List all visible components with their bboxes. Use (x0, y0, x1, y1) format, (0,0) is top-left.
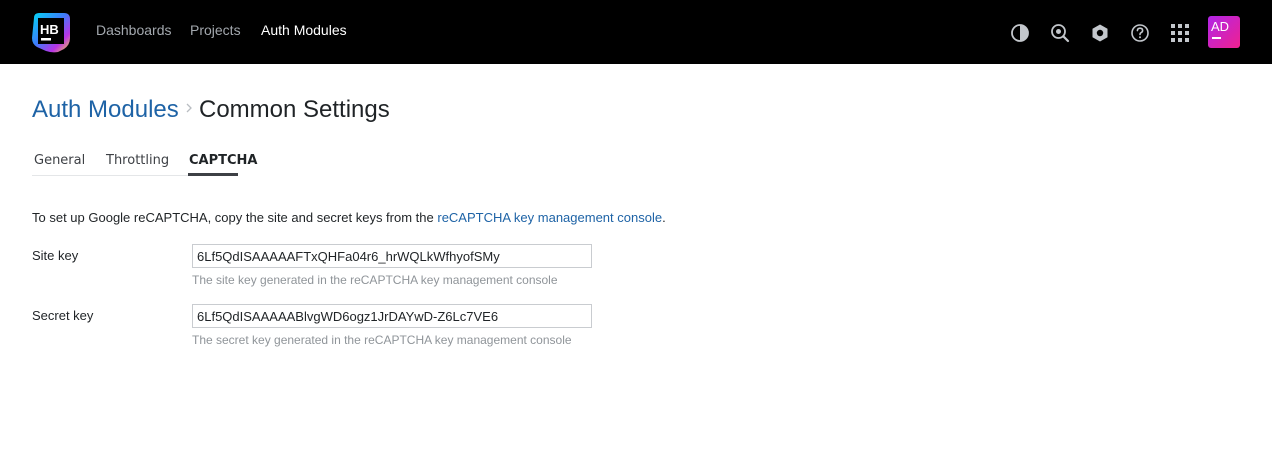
nav-auth-modules[interactable]: Auth Modules (261, 22, 347, 39)
breadcrumb-chevron-icon (185, 101, 193, 115)
logo-text: HB (40, 22, 59, 37)
captcha-intro-text: To set up Google reCAPTCHA, copy the sit… (32, 210, 666, 226)
site-key-label: Site key (32, 248, 79, 263)
admin-settings-icon[interactable] (1090, 23, 1110, 43)
active-tab-indicator (188, 173, 238, 176)
recaptcha-console-link[interactable]: reCAPTCHA key management console (437, 210, 662, 225)
search-icon[interactable] (1050, 23, 1070, 43)
theme-toggle-icon[interactable] (1010, 23, 1030, 43)
secret-key-hint: The secret key generated in the reCAPTCH… (192, 333, 572, 347)
intro-suffix: . (662, 210, 666, 225)
secret-key-input[interactable] (192, 304, 592, 328)
avatar-initials: AD (1211, 19, 1230, 34)
page-title: Common Settings (199, 96, 390, 123)
help-icon[interactable] (1130, 23, 1150, 43)
tab-throttling[interactable]: Throttling (106, 153, 169, 169)
nav-dashboards[interactable]: Dashboards (96, 22, 172, 39)
nav-projects[interactable]: Projects (190, 22, 241, 39)
secret-key-label: Secret key (32, 308, 94, 323)
user-avatar[interactable]: AD (1208, 16, 1240, 48)
hub-logo-icon[interactable]: HB (31, 12, 72, 53)
breadcrumb-auth-modules-link[interactable]: Auth Modules (32, 96, 179, 124)
site-key-input[interactable] (192, 244, 592, 268)
tab-general[interactable]: General (34, 153, 85, 169)
avatar-underline (1212, 37, 1221, 39)
apps-grid-icon[interactable] (1170, 23, 1190, 43)
top-navigation-bar: HB Dashboards Projects Auth Modules AD (0, 0, 1272, 64)
tab-captcha[interactable]: CAPTCHA (189, 153, 257, 169)
intro-text: To set up Google reCAPTCHA, copy the sit… (32, 210, 438, 225)
site-key-hint: The site key generated in the reCAPTCHA … (192, 273, 558, 287)
